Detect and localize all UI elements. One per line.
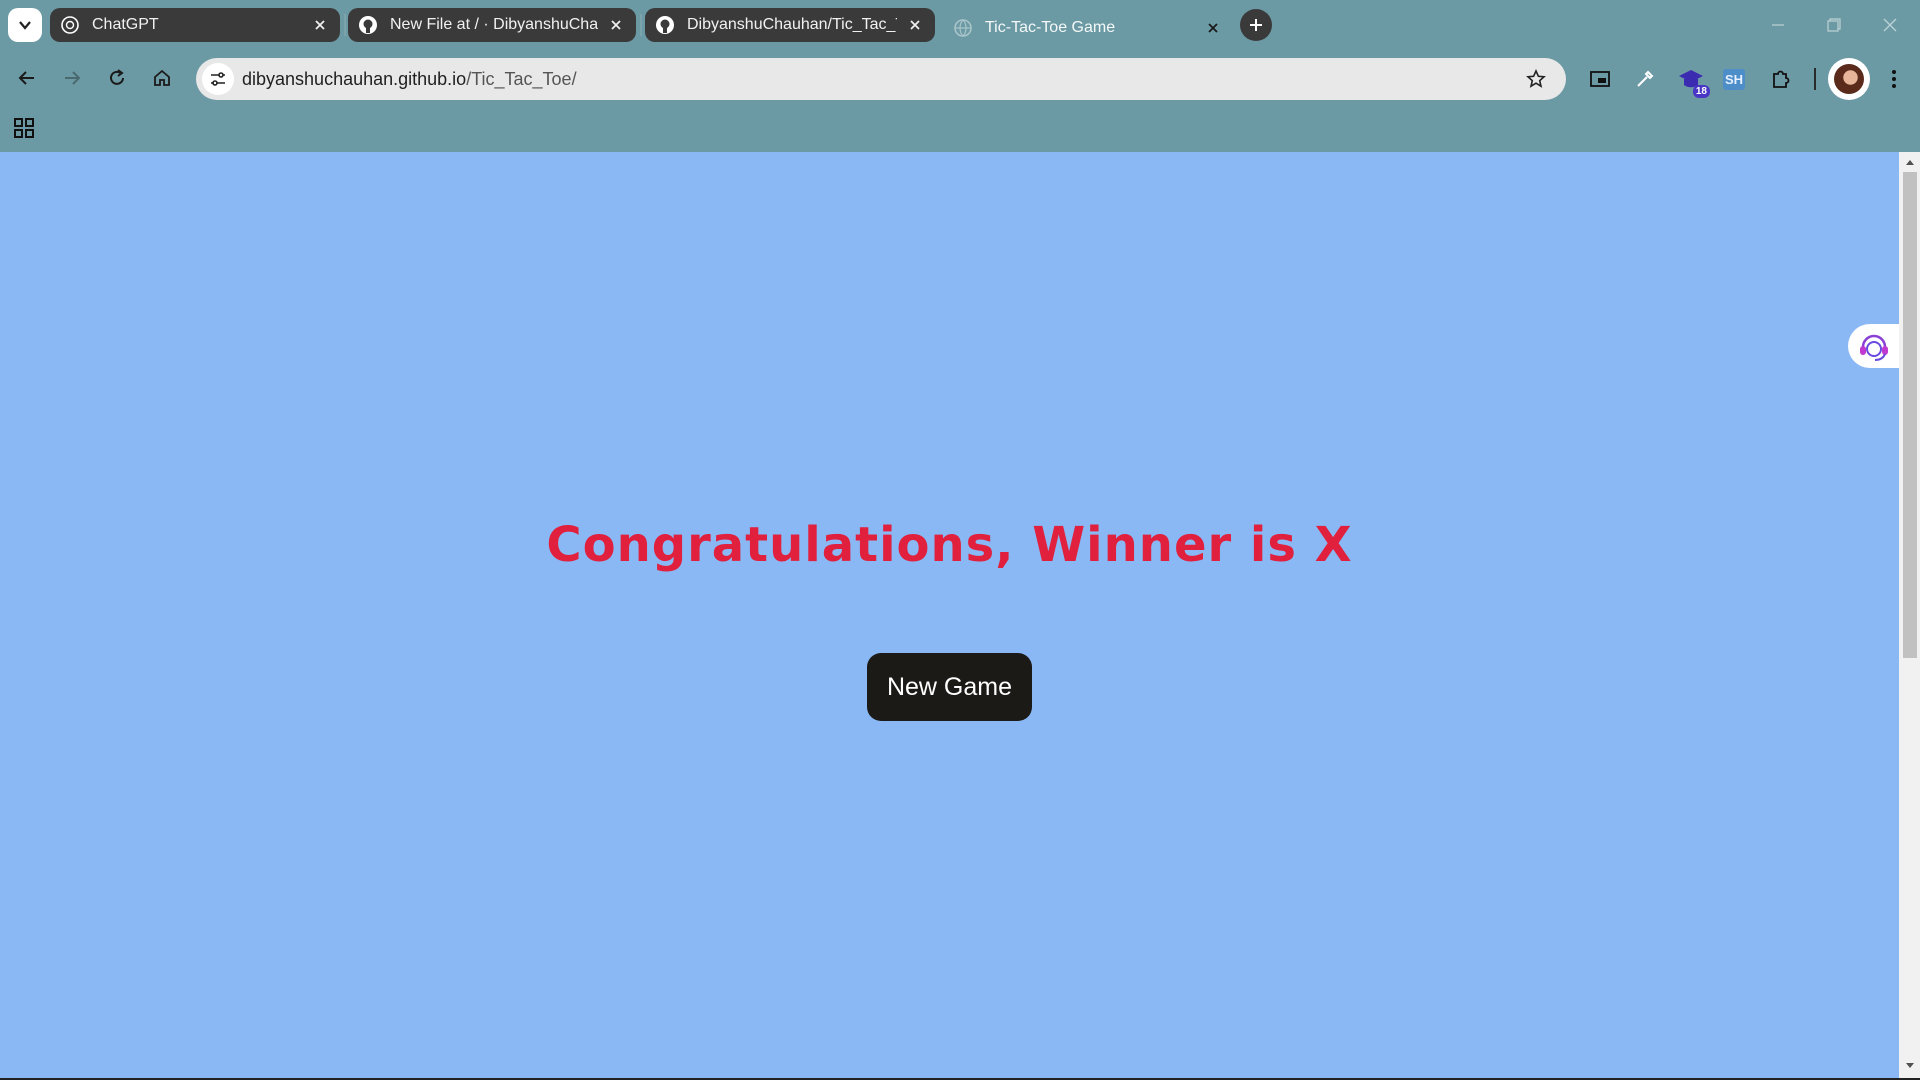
forward-button[interactable] <box>54 60 90 96</box>
page-viewport: Congratulations, Winner is X New Game <box>0 152 1900 1078</box>
picture-in-picture-icon <box>1590 71 1610 87</box>
browser-menu-button[interactable] <box>1877 62 1911 96</box>
tab-title: New File at / · DibyanshuChauhan <box>390 16 598 33</box>
new-tab-button[interactable] <box>1240 9 1272 41</box>
close-icon <box>1883 18 1897 32</box>
tab-search-button[interactable] <box>8 8 42 42</box>
bookmark-star-button[interactable] <box>1524 67 1548 91</box>
home-icon <box>154 69 170 86</box>
sh-extension-icon: SH <box>1722 68 1746 90</box>
winner-message: Congratulations, Winner is X <box>546 517 1353 573</box>
close-icon[interactable] <box>606 15 626 35</box>
close-icon[interactable] <box>1203 18 1223 38</box>
reload-icon <box>110 69 124 85</box>
minimize-icon <box>1772 24 1784 26</box>
restore-button[interactable] <box>1814 10 1854 40</box>
more-vertical-icon <box>1892 70 1896 88</box>
assistant-widget-button[interactable] <box>1848 324 1900 368</box>
graduation-extension-button[interactable]: 18 <box>1674 62 1710 98</box>
back-button[interactable] <box>9 60 45 96</box>
tab-strip: ChatGPT New File at / · DibyanshuChauhan… <box>0 0 1920 50</box>
toolbar-separator <box>1814 68 1816 90</box>
url-path: /Tic_Tac_Toe/ <box>466 69 577 89</box>
restore-icon <box>1827 18 1841 32</box>
plus-icon <box>1250 19 1262 31</box>
close-icon[interactable] <box>310 15 330 35</box>
eyedropper-extension-button[interactable] <box>1628 62 1662 96</box>
profile-avatar[interactable] <box>1828 58 1870 100</box>
new-game-button[interactable]: New Game <box>867 653 1032 721</box>
github-icon <box>359 16 377 34</box>
extension-badge: 18 <box>1692 85 1710 98</box>
github-icon <box>656 16 674 34</box>
tab-chatgpt[interactable]: ChatGPT <box>50 8 340 42</box>
tab-title: DibyanshuChauhan/Tic_Tac_Toe <box>687 16 897 33</box>
eyedropper-icon <box>1637 70 1654 87</box>
scroll-thumb[interactable] <box>1903 172 1917 658</box>
url-domain: dibyanshuchauhan.github.io <box>242 69 467 89</box>
picture-in-picture-button[interactable] <box>1583 62 1617 96</box>
chatgpt-icon <box>61 16 79 34</box>
arrow-left-icon <box>18 71 34 85</box>
chevron-down-icon <box>19 21 31 30</box>
bookmarks-bar <box>0 108 1920 152</box>
puzzle-icon <box>1773 70 1790 88</box>
headset-icon <box>1860 334 1888 361</box>
window-close-button[interactable] <box>1870 10 1910 40</box>
url-text[interactable]: dibyanshuchauhan.github.io/Tic_Tac_Toe/ <box>242 69 577 90</box>
tab-title: ChatGPT <box>92 16 159 33</box>
site-info-button[interactable] <box>202 63 234 95</box>
tab-github-repo[interactable]: DibyanshuChauhan/Tic_Tac_Toe <box>645 8 935 42</box>
star-icon <box>1526 69 1546 88</box>
reload-button[interactable] <box>99 60 135 96</box>
tab-title: Tic-Tac-Toe Game <box>985 19 1116 36</box>
page-scrollbar[interactable] <box>1899 152 1920 1078</box>
scroll-up-arrow-icon[interactable] <box>1904 156 1916 168</box>
minimize-button[interactable] <box>1758 10 1798 40</box>
tab-separator <box>640 14 642 36</box>
arrow-right-icon <box>65 71 81 85</box>
globe-icon <box>954 19 972 37</box>
address-bar[interactable]: dibyanshuchauhan.github.io/Tic_Tac_Toe/ <box>196 58 1566 100</box>
avatar-image <box>1834 64 1864 94</box>
home-button[interactable] <box>144 60 180 96</box>
tab-tic-tac-toe[interactable]: Tic-Tac-Toe Game <box>943 6 1233 50</box>
close-icon[interactable] <box>905 15 925 35</box>
extensions-button[interactable] <box>1764 62 1798 96</box>
apps-grid-icon[interactable] <box>12 116 36 140</box>
browser-toolbar: dibyanshuchauhan.github.io/Tic_Tac_Toe/ … <box>0 50 1920 108</box>
tune-icon <box>211 72 225 86</box>
tab-new-file-github[interactable]: New File at / · DibyanshuChauhan <box>348 8 636 42</box>
sh-extension-button[interactable]: SH <box>1717 62 1751 96</box>
scroll-down-arrow-icon[interactable] <box>1904 1060 1916 1072</box>
tab-separator <box>344 14 346 36</box>
